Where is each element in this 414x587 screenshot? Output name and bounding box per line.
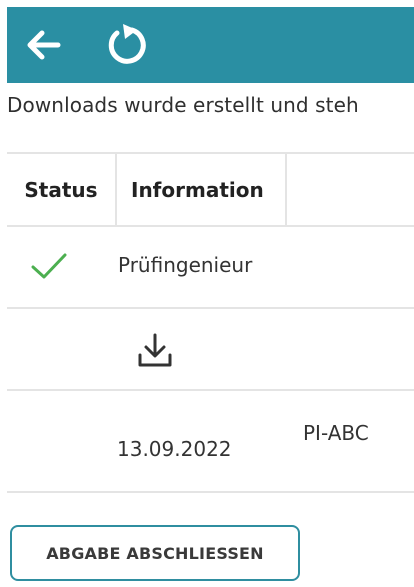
arrow-left-icon <box>27 30 61 60</box>
refresh-icon <box>108 24 146 64</box>
refresh-button[interactable] <box>99 7 155 83</box>
column-header-status[interactable]: Status <box>7 154 117 225</box>
back-button[interactable] <box>24 7 64 83</box>
code-cell: PI-ABC <box>303 421 369 445</box>
checkmark-icon <box>31 253 67 279</box>
toolbar <box>7 7 414 83</box>
table-row: 13.09.2022 PI-ABC <box>7 391 414 493</box>
table-header: Status Information <box>7 152 414 227</box>
information-cell: Prüfingenieur <box>118 253 253 277</box>
table-row: Prüfingenieur <box>7 227 414 309</box>
status-message: Downloads wurde erstellt und steh <box>7 93 359 117</box>
table-row <box>7 309 414 391</box>
column-header-information[interactable]: Information <box>117 154 287 225</box>
submit-button[interactable]: ABGABE ABSCHLIESSEN <box>10 525 300 581</box>
download-icon[interactable] <box>135 331 175 369</box>
date-cell: 13.09.2022 <box>117 437 232 461</box>
results-table: Status Information Prüfingenieur 13.09.2… <box>7 152 414 493</box>
